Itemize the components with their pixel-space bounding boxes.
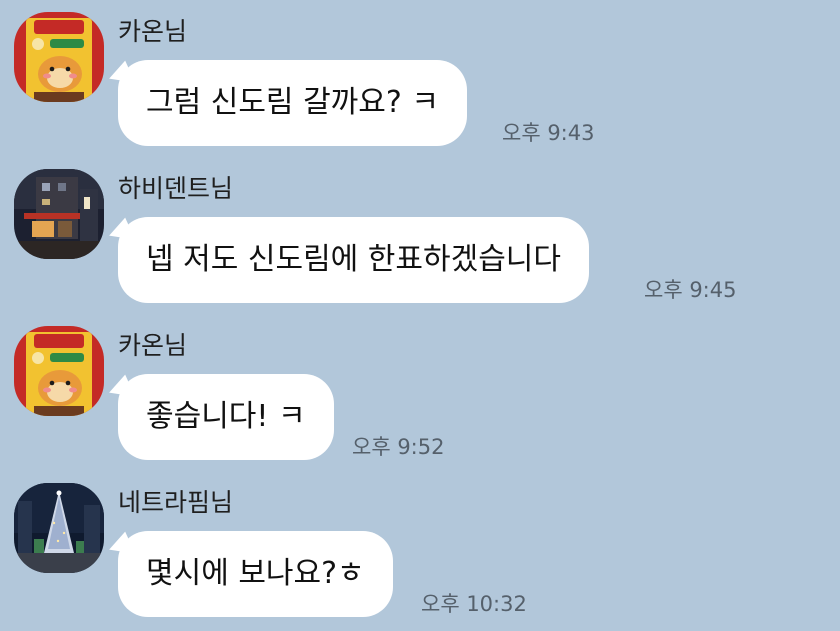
chat-room: 카온님 그럼 신도림 갈까요? ㅋ 오후 9:43 하비덴트님 넵 저도 신도림… [0,0,840,630]
yellow-character-avatar-icon [14,12,104,102]
night-street-avatar-icon [14,169,104,259]
message-time: 오후 9:52 [352,435,445,459]
message-text: 좋습니다! ㅋ [146,399,306,434]
message-bubble[interactable]: 그럼 신도림 갈까요? ㅋ [118,60,467,146]
chat-message: 카온님 좋습니다! ㅋ 오후 9:52 [0,316,840,474]
message-bubble[interactable]: 넵 저도 신도림에 한표하겠습니다 [118,217,590,303]
avatar[interactable] [14,483,104,573]
message-text: 그럼 신도림 갈까요? ㅋ [146,85,439,120]
message-bubble[interactable]: 몇시에 보나요?ㅎ [118,531,393,617]
sender-name: 카온님 [118,17,188,46]
avatar[interactable] [14,12,104,102]
chat-message: 네트라핌님 몇시에 보나요?ㅎ 오후 10:32 [0,473,840,631]
avatar[interactable] [14,326,104,416]
chat-message: 카온님 그럼 신도림 갈까요? ㅋ 오후 9:43 [0,2,840,160]
avatar[interactable] [14,169,104,259]
message-time: 오후 9:43 [502,121,595,145]
message-bubble[interactable]: 좋습니다! ㅋ [118,374,334,460]
yellow-character-avatar-icon [14,326,104,416]
sender-name: 카온님 [118,331,188,360]
message-time: 오후 10:32 [421,592,527,616]
message-time: 오후 9:45 [644,278,737,302]
chat-message: 하비덴트님 넵 저도 신도림에 한표하겠습니다 오후 9:45 [0,159,840,317]
message-text: 몇시에 보나요?ㅎ [146,556,365,591]
christmas-tree-avatar-icon [14,483,104,573]
message-text: 넵 저도 신도림에 한표하겠습니다 [146,242,562,277]
sender-name: 하비덴트님 [118,174,234,203]
sender-name: 네트라핌님 [118,488,234,517]
